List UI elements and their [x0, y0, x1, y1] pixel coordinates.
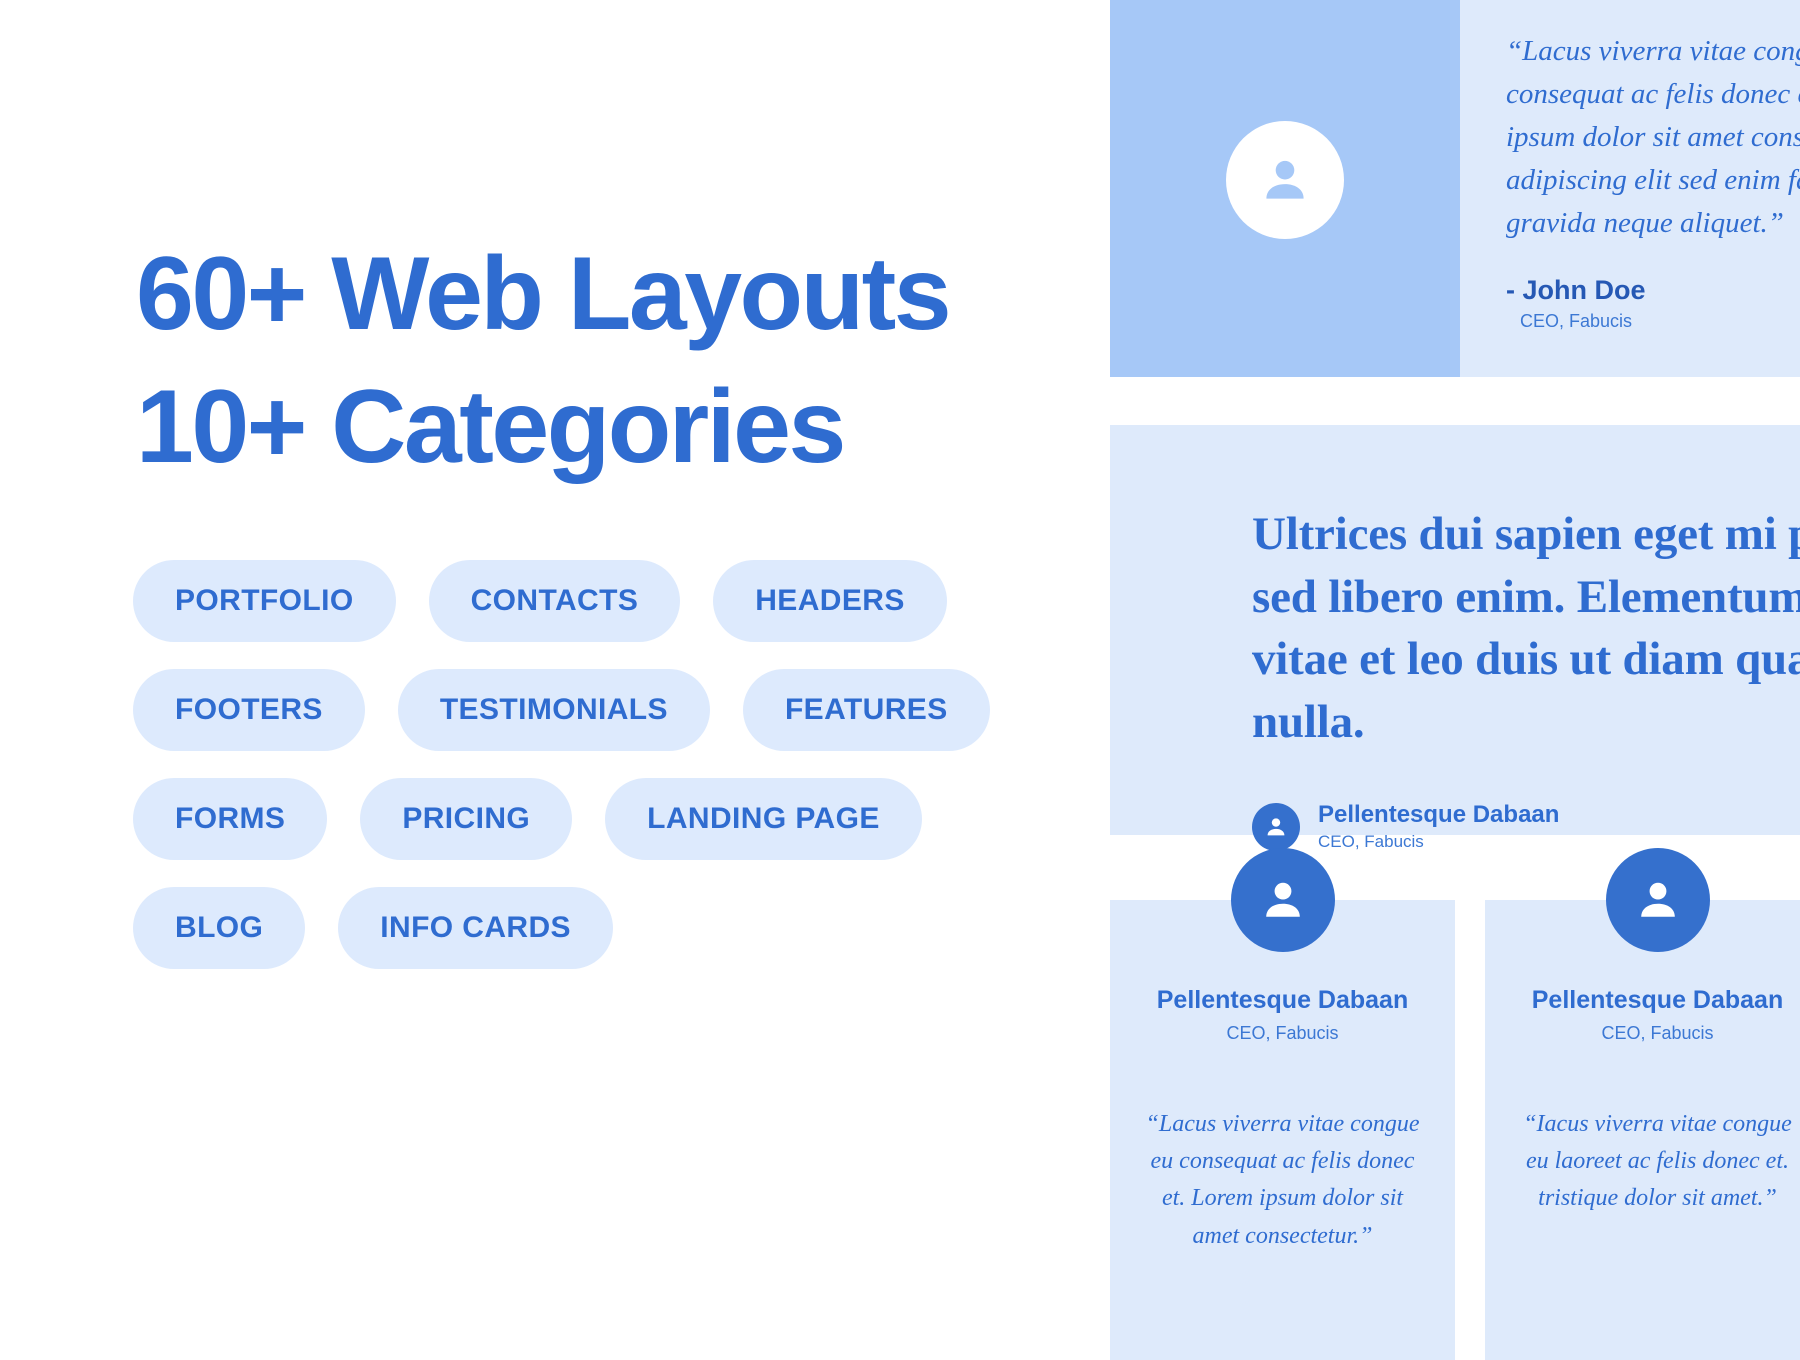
template-preview-panel: “Lacus viverra vitae congue eu consequat…: [1100, 0, 1800, 1360]
person-icon: [1266, 160, 1304, 199]
testimonial-author: Pellentesque Dabaan: [1531, 986, 1784, 1014]
avatar: [1252, 802, 1300, 851]
testimonial-role: CEO, Fabucis: [1520, 310, 1633, 331]
person-icon: [1640, 882, 1675, 917]
category-pill-blog[interactable]: BLOG: [133, 887, 306, 969]
avatar: [1605, 848, 1710, 952]
testimonial-author-block: Pellentesque Dabaan CEO, Fabucis: [1318, 801, 1559, 852]
testimonial-author: Pellentesque Dabaan: [1318, 801, 1560, 828]
testimonial-quote: “Lacus viverra vitae congue eu consequat…: [1145, 1111, 1420, 1249]
page-title-line-1: 60+ Web Layouts: [136, 236, 952, 352]
testimonial-role: CEO, Fabucis: [1318, 832, 1424, 851]
poster-canvas: 60+ Web Layouts 10+ Categories PORTFOLIO…: [0, 0, 1800, 1360]
testimonial-card-centered-1[interactable]: Pellentesque Dabaan CEO, Fabucis “Lacus …: [1110, 848, 1455, 1360]
testimonial-card-split[interactable]: “Lacus viverra vitae congue eu consequat…: [1110, 0, 1800, 377]
person-icon: [1265, 882, 1300, 917]
category-pill-row: FOOTERS TESTIMONIALS FEATURES: [133, 669, 1033, 751]
hero-panel: 60+ Web Layouts 10+ Categories PORTFOLIO…: [0, 0, 1100, 1360]
category-pill-pricing[interactable]: PRICING: [360, 778, 573, 860]
page-title-line-2: 10+ Categories: [136, 369, 846, 486]
category-pill-row: PORTFOLIO CONTACTS HEADERS: [133, 560, 1033, 642]
testimonial-author: Pellentesque Dabaan: [1156, 986, 1409, 1014]
category-pill-list: PORTFOLIO CONTACTS HEADERS FOOTERS TESTI…: [133, 560, 1033, 996]
testimonial-card-split-media: [1110, 0, 1460, 377]
testimonial-author: - John Doe: [1506, 274, 1646, 305]
category-pill-info-cards[interactable]: INFO CARDS: [338, 887, 613, 969]
testimonial-role: CEO, Fabucis: [1601, 1023, 1714, 1043]
category-pill-row: FORMS PRICING LANDING PAGE: [133, 778, 1033, 860]
testimonial-card-heading[interactable]: Ultrices dui sapien eget mi proin sed li…: [1110, 425, 1800, 851]
category-pill-headers[interactable]: HEADERS: [713, 560, 947, 642]
testimonial-role: CEO, Fabucis: [1226, 1023, 1339, 1043]
category-pill-contacts[interactable]: CONTACTS: [428, 560, 681, 642]
testimonial-card-centered-2[interactable]: Pellentesque Dabaan CEO, Fabucis “Iacus …: [1485, 848, 1800, 1360]
testimonial-heading-text: Ultrices dui sapien eget mi proin sed li…: [1252, 508, 1800, 748]
category-pill-testimonials[interactable]: TESTIMONIALS: [397, 669, 710, 751]
page-title: 60+ Web Layouts 10+ Categories: [136, 228, 1056, 494]
category-pill-footers[interactable]: FOOTERS: [133, 669, 365, 751]
testimonial-card-split-body: “Lacus viverra vitae congue eu consequat…: [1460, 0, 1800, 377]
person-icon: [1267, 817, 1285, 835]
testimonial-quote: “Lacus viverra vitae congue eu consequat…: [1506, 35, 1800, 239]
category-pill-forms[interactable]: FORMS: [133, 778, 328, 860]
category-pill-row: BLOG INFO CARDS: [133, 887, 1033, 969]
avatar: [1226, 120, 1344, 239]
category-pill-landing-page[interactable]: LANDING PAGE: [605, 778, 922, 860]
testimonial-quote: “Iacus viverra vitae congue eu laoreet a…: [1523, 1111, 1792, 1212]
testimonial-author-row: Pellentesque Dabaan CEO, Fabucis: [1252, 801, 1800, 852]
category-pill-features[interactable]: FEATURES: [742, 669, 990, 751]
avatar: [1230, 848, 1335, 952]
category-pill-portfolio[interactable]: PORTFOLIO: [133, 560, 396, 642]
